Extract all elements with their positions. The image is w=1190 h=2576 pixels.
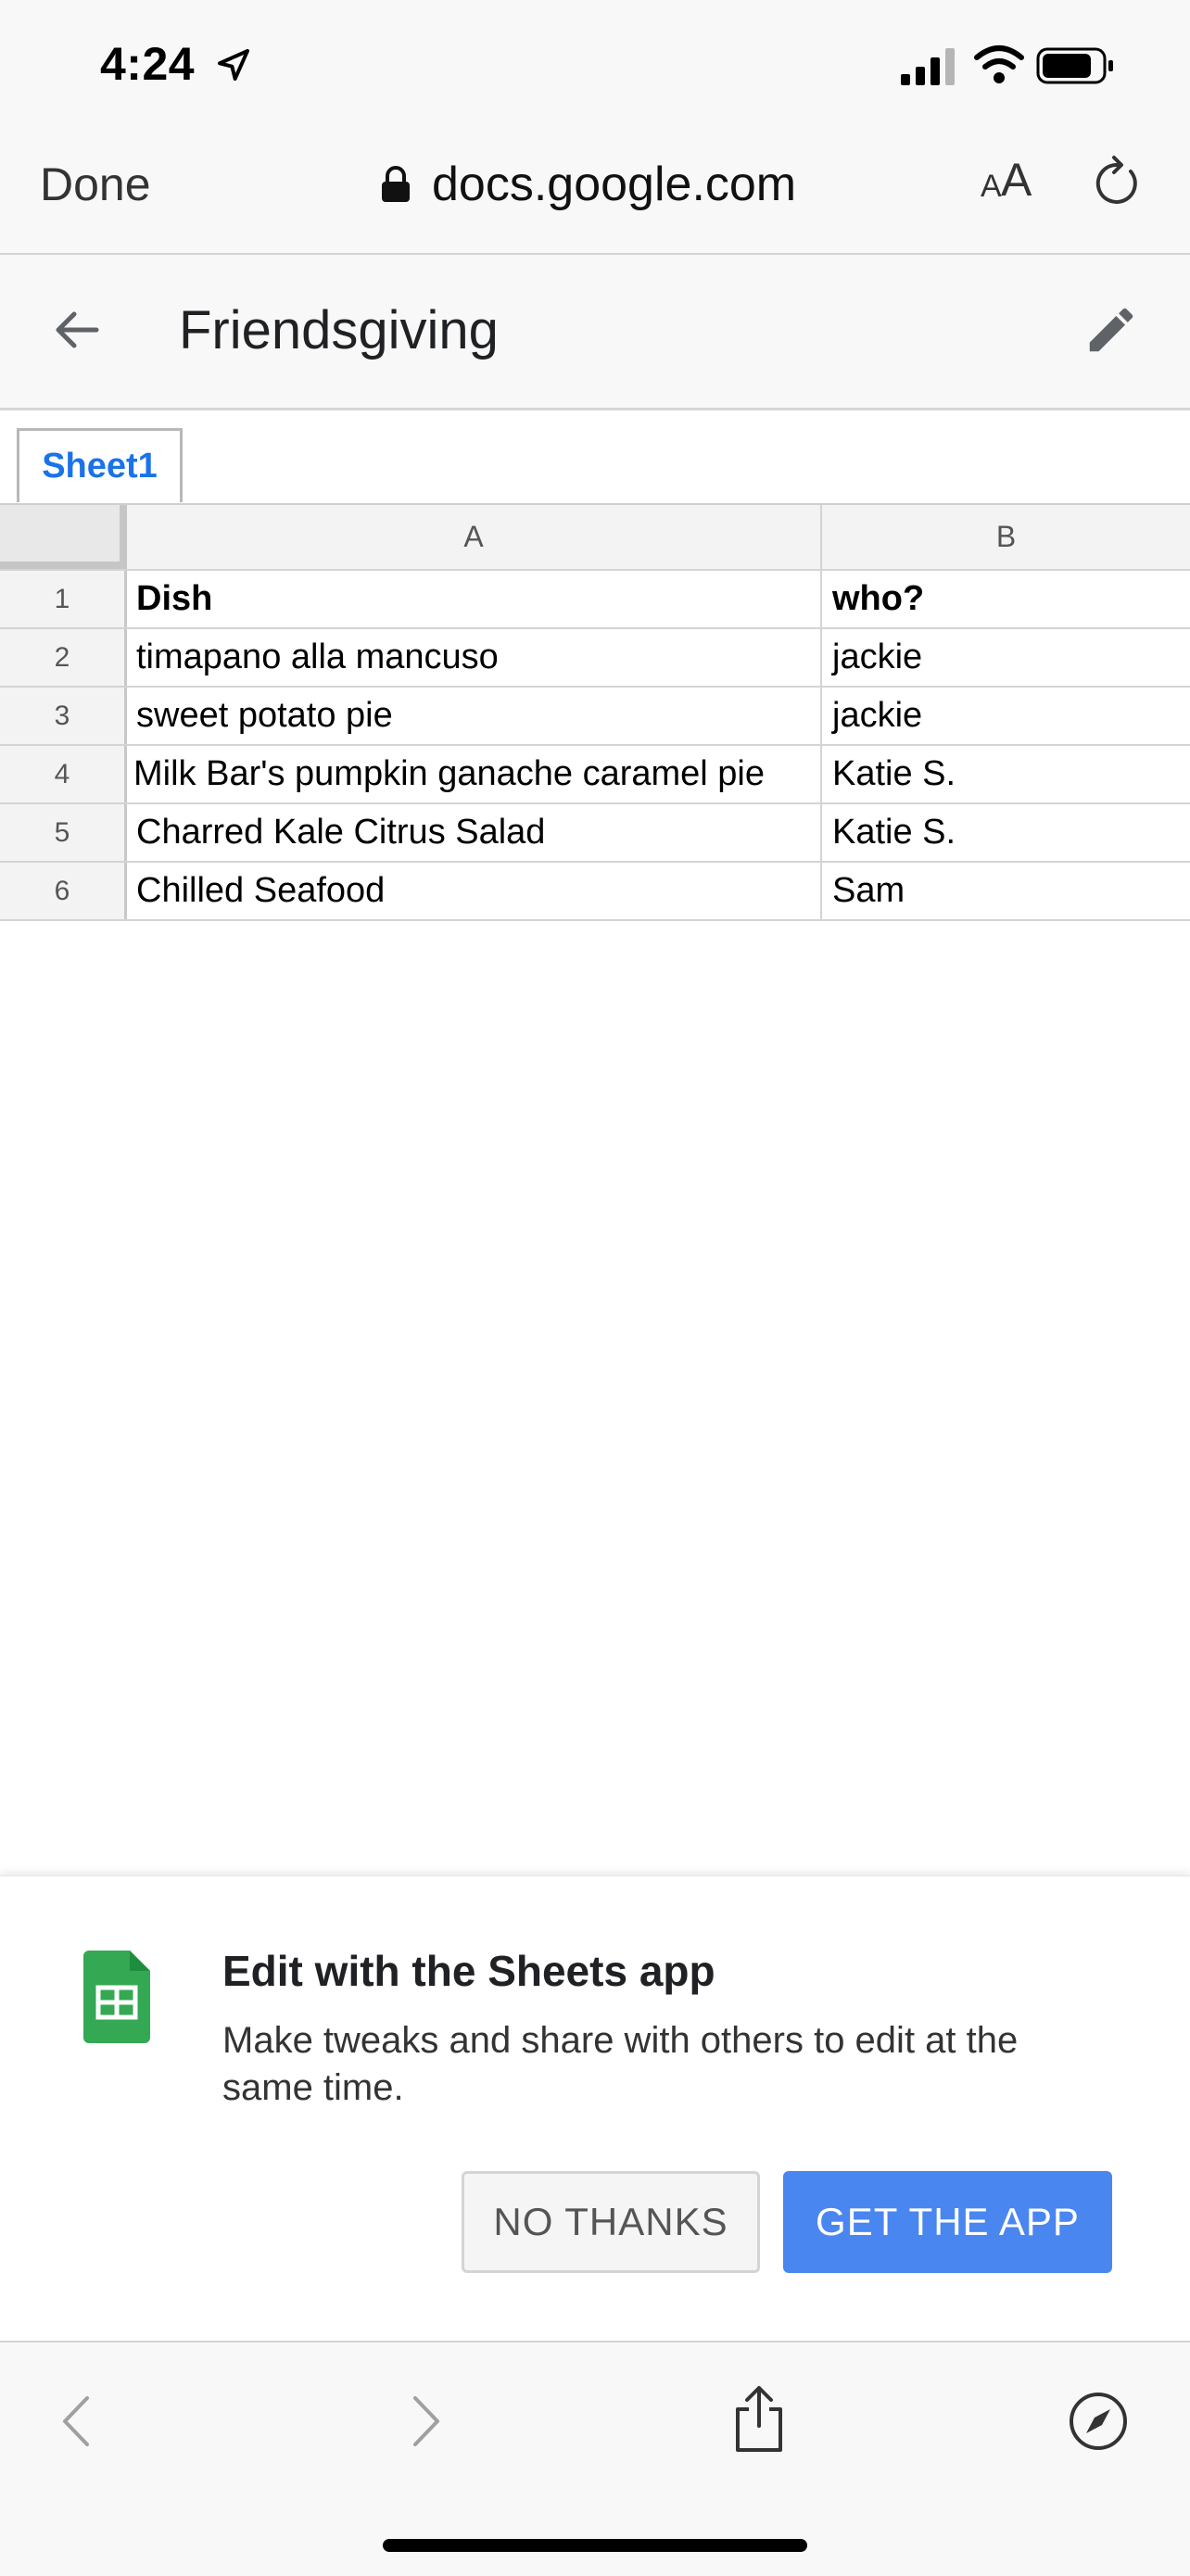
row-number[interactable]: 3 (0, 688, 127, 744)
text-size-button[interactable]: A A (979, 154, 1040, 210)
lock-icon (382, 166, 410, 202)
cell-b5[interactable]: Katie S. (822, 804, 1190, 861)
doc-header: Friendsgiving (0, 255, 1190, 410)
wifi-icon (974, 45, 1024, 83)
doc-title: Friendsgiving (179, 300, 499, 360)
table-row: 4 Milk Bar's pumpkin ganache caramel pie… (0, 746, 1190, 804)
table-row: 1 Dish who? (0, 571, 1190, 629)
column-header-row: A B (0, 503, 1190, 571)
get-the-app-button[interactable]: GET THE APP (783, 2171, 1112, 2273)
browser-back-icon[interactable] (48, 2391, 109, 2452)
done-button[interactable]: Done (40, 158, 151, 211)
edit-pencil-icon[interactable] (1082, 301, 1140, 359)
cell-a4[interactable]: Milk Bar's pumpkin ganache caramel pie (127, 746, 822, 802)
promo-body: Make tweaks and share with others to edi… (222, 2020, 1019, 2108)
reload-icon[interactable] (1088, 155, 1146, 212)
cell-a5[interactable]: Charred Kale Citrus Salad (127, 804, 822, 861)
cell-a1[interactable]: Dish (127, 571, 822, 627)
url-text: docs.google.com (432, 158, 797, 211)
cell-a3[interactable]: sweet potato pie (127, 688, 822, 744)
cell-b6[interactable]: Sam (822, 863, 1190, 919)
share-icon[interactable] (728, 2385, 790, 2454)
column-header-a[interactable]: A (127, 505, 822, 569)
row-number[interactable]: 1 (0, 571, 127, 627)
cell-a2[interactable]: timapano alla mancuso (127, 629, 822, 686)
table-row: 6 Chilled Seafood Sam (0, 863, 1190, 921)
signal-icon (901, 48, 955, 85)
browser-address-bar: Done docs.google.com A A (0, 134, 1190, 255)
compass-icon[interactable] (1068, 2391, 1129, 2452)
row-number[interactable]: 5 (0, 804, 127, 861)
text-size-small-letter: A (981, 169, 1002, 204)
row-number[interactable]: 6 (0, 863, 127, 919)
promo-title: Edit with the Sheets app (222, 1947, 715, 1995)
back-arrow-icon[interactable] (48, 301, 106, 359)
table-row: 2 timapano alla mancuso jackie (0, 629, 1190, 688)
table-row: 3 sweet potato pie jackie (0, 688, 1190, 746)
sheets-logo-icon (83, 1951, 150, 2043)
tab-sheet1[interactable]: Sheet1 (17, 428, 183, 502)
row-number[interactable]: 4 (0, 746, 127, 802)
table-row: 5 Charred Kale Citrus Salad Katie S. (0, 804, 1190, 863)
cell-a6[interactable]: Chilled Seafood (127, 863, 822, 919)
cell-b4[interactable]: Katie S. (822, 746, 1190, 802)
location-arrow-icon (218, 49, 249, 81)
battery-icon (1036, 47, 1113, 84)
browser-forward-icon[interactable] (393, 2391, 454, 2452)
row-number[interactable]: 2 (0, 629, 127, 686)
cell-b2[interactable]: jackie (822, 629, 1190, 686)
spreadsheet-grid: A B 1 Dish who? 2 timapano alla mancuso … (0, 503, 1190, 921)
url-field[interactable]: docs.google.com (380, 157, 796, 212)
status-bar: 4:24 (0, 0, 1190, 134)
cell-b3[interactable]: jackie (822, 688, 1190, 744)
text-size-large-letter: A (1001, 154, 1032, 206)
select-all-corner[interactable] (0, 505, 127, 569)
cell-b1[interactable]: who? (822, 571, 1190, 627)
sheets-app-promo-banner: Edit with the Sheets app Make tweaks and… (0, 1875, 1190, 2342)
home-indicator[interactable] (383, 2539, 807, 2552)
no-thanks-button[interactable]: NO THANKS (462, 2171, 760, 2273)
column-header-b[interactable]: B (822, 505, 1190, 569)
status-time: 4:24 (100, 38, 196, 90)
